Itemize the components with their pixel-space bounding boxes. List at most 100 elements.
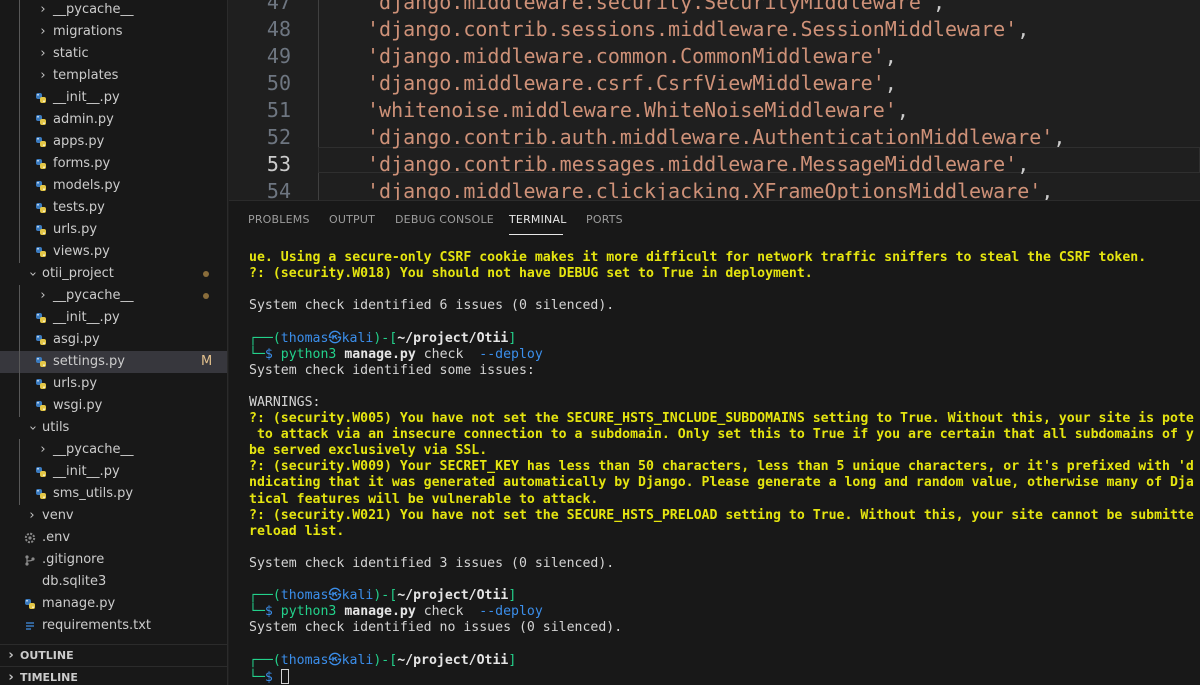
tab-debug-console[interactable]: DEBUG CONSOLE bbox=[395, 213, 494, 226]
tree-item-label: asgi.py bbox=[53, 332, 100, 347]
tab-terminal[interactable]: TERMINAL bbox=[509, 213, 567, 226]
indent-guide bbox=[19, 153, 20, 175]
tree-item-pycache[interactable]: › __pycache__ bbox=[0, 439, 227, 461]
terminal-warning-line: ue. Using a secure-only CSRF cookie make… bbox=[249, 250, 1147, 265]
tree-item-label: __pycache__ bbox=[53, 442, 134, 457]
prompt-corner: ┌──( bbox=[249, 652, 281, 668]
indent-guide bbox=[19, 109, 20, 131]
tree-item-migrations[interactable]: › migrations bbox=[0, 21, 227, 43]
python-file-icon bbox=[35, 224, 47, 236]
modified-dot-icon bbox=[203, 271, 209, 277]
tree-item-urls-py[interactable]: urls.py bbox=[0, 373, 227, 395]
punctuation: , bbox=[884, 44, 897, 68]
tree-item-admin-py[interactable]: admin.py bbox=[0, 109, 227, 131]
chevron-right-icon: › bbox=[8, 648, 14, 663]
terminal-command-line: └─$ python3 manage.py check --deploy bbox=[249, 347, 543, 363]
python-file-icon bbox=[35, 466, 47, 478]
tree-item-urls-py[interactable]: urls.py bbox=[0, 219, 227, 241]
tree-item-env[interactable]: .env bbox=[0, 527, 227, 549]
code-editor[interactable]: 47 'django.middleware.security.SecurityMi… bbox=[229, 0, 1200, 200]
tab-problems[interactable]: PROBLEMS bbox=[248, 213, 310, 226]
tree-item-manage-py[interactable]: manage.py bbox=[0, 593, 227, 615]
tree-item-db-sqlite3[interactable]: db.sqlite3 bbox=[0, 571, 227, 593]
tree-item-label: manage.py bbox=[42, 596, 116, 611]
tree-item-init-py[interactable]: __init__.py bbox=[0, 87, 227, 109]
tree-item-label: wsgi.py bbox=[53, 398, 103, 413]
tree-item-label: apps.py bbox=[53, 134, 105, 149]
tree-item-asgi-py[interactable]: asgi.py bbox=[0, 329, 227, 351]
tree-item-otii-project[interactable]: › otii_project bbox=[0, 263, 227, 285]
command-flag: --deploy bbox=[479, 346, 543, 362]
tree-item-label: tests.py bbox=[53, 200, 105, 215]
punctuation: , bbox=[1017, 152, 1030, 176]
code-line: 53 'django.contrib.messages.middleware.Me… bbox=[229, 151, 1200, 178]
tab-output[interactable]: OUTPUT bbox=[329, 213, 375, 226]
tree-item-label: static bbox=[53, 46, 89, 61]
code-line: 50 'django.middleware.csrf.CsrfViewMiddle… bbox=[229, 70, 1200, 97]
tree-item-pycache[interactable]: › __pycache__ bbox=[0, 0, 227, 21]
tree-item-requirements-txt[interactable]: requirements.txt bbox=[0, 615, 227, 637]
tree-item-static[interactable]: › static bbox=[0, 43, 227, 65]
tree-item-views-py[interactable]: views.py bbox=[0, 241, 227, 263]
tree-item-pycache[interactable]: › __pycache__ bbox=[0, 285, 227, 307]
tree-item-apps-py[interactable]: apps.py bbox=[0, 131, 227, 153]
indent-guide bbox=[19, 373, 20, 395]
tree-item-sms-utils-py[interactable]: sms_utils.py bbox=[0, 483, 227, 505]
prompt-host: kali bbox=[341, 330, 374, 346]
string-literal: 'django.middleware.csrf.CsrfViewMiddlewa… bbox=[367, 71, 885, 95]
outline-section-label: OUTLINE bbox=[20, 649, 74, 662]
terminal-line: System check identified some issues: bbox=[249, 362, 535, 378]
line-number: 52 bbox=[266, 125, 291, 149]
terminal-output[interactable]: ue. Using a secure-only CSRF cookie make… bbox=[249, 250, 1200, 685]
punctuation: , bbox=[1053, 125, 1066, 149]
tree-item-label: utils bbox=[42, 420, 70, 435]
tree-item-models-py[interactable]: models.py bbox=[0, 175, 227, 197]
modified-dot-icon bbox=[203, 293, 209, 299]
active-tab-indicator bbox=[509, 234, 563, 235]
string-literal: 'django.contrib.messages.middleware.Mess… bbox=[367, 152, 1018, 176]
timeline-section-header[interactable]: › TIMELINE bbox=[0, 666, 227, 685]
python-file-icon bbox=[35, 114, 47, 126]
prompt-host: kali bbox=[341, 588, 374, 604]
indent-guide bbox=[19, 329, 20, 351]
indent-guide bbox=[19, 0, 20, 21]
terminal-cursor[interactable] bbox=[280, 668, 289, 684]
punctuation: , bbox=[1041, 179, 1054, 200]
python-file-icon bbox=[35, 400, 47, 412]
tree-item-forms-py[interactable]: forms.py bbox=[0, 153, 227, 175]
indent-guide bbox=[19, 285, 20, 307]
tree-item-tests-py[interactable]: tests.py bbox=[0, 197, 227, 219]
indent-guide bbox=[19, 87, 20, 109]
indent-guide bbox=[19, 131, 20, 153]
tree-item-venv[interactable]: › venv bbox=[0, 505, 227, 527]
prompt-corner: └─ bbox=[249, 346, 265, 362]
indent-guide bbox=[19, 483, 20, 505]
outline-section-header[interactable]: › OUTLINE bbox=[0, 644, 227, 666]
tree-item-templates[interactable]: › templates bbox=[0, 65, 227, 87]
string-literal: 'django.contrib.auth.middleware.Authenti… bbox=[367, 125, 1054, 149]
chevron-right-icon: › bbox=[40, 2, 46, 17]
python-file-icon bbox=[35, 136, 47, 148]
tree-item-wsgi-py[interactable]: wsgi.py bbox=[0, 395, 227, 417]
tree-item-utils[interactable]: › utils bbox=[0, 417, 227, 439]
prompt-user: thomas bbox=[280, 652, 329, 668]
database-file-icon bbox=[24, 576, 36, 588]
prompt-corner: └─ bbox=[249, 604, 265, 620]
terminal-warning-line: ?: (security.W018) You should not have D… bbox=[249, 266, 813, 282]
tree-item-init-py[interactable]: __init__.py bbox=[0, 307, 227, 329]
prompt-user: thomas bbox=[280, 588, 329, 604]
tree-item-label: venv bbox=[42, 508, 74, 523]
tree-item-init-py[interactable]: __init__.py bbox=[0, 461, 227, 483]
tree-item-settings-py[interactable]: settings.py M bbox=[0, 351, 227, 373]
code-text: 'django.middleware.clickjacking.XFrameOp… bbox=[367, 178, 1053, 200]
modified-badge: M bbox=[201, 354, 213, 369]
indent-guide bbox=[19, 197, 20, 219]
string-literal: 'django.middleware.common.CommonMiddlewa… bbox=[367, 44, 885, 68]
tree-item-label: templates bbox=[53, 68, 119, 83]
indent-guide bbox=[19, 307, 20, 329]
tab-ports[interactable]: PORTS bbox=[586, 213, 623, 226]
tree-item-gitignore[interactable]: .gitignore bbox=[0, 549, 227, 571]
python-file-icon bbox=[35, 202, 47, 214]
tree-item-label: urls.py bbox=[53, 222, 98, 237]
prompt-bracket: ] bbox=[508, 588, 517, 604]
